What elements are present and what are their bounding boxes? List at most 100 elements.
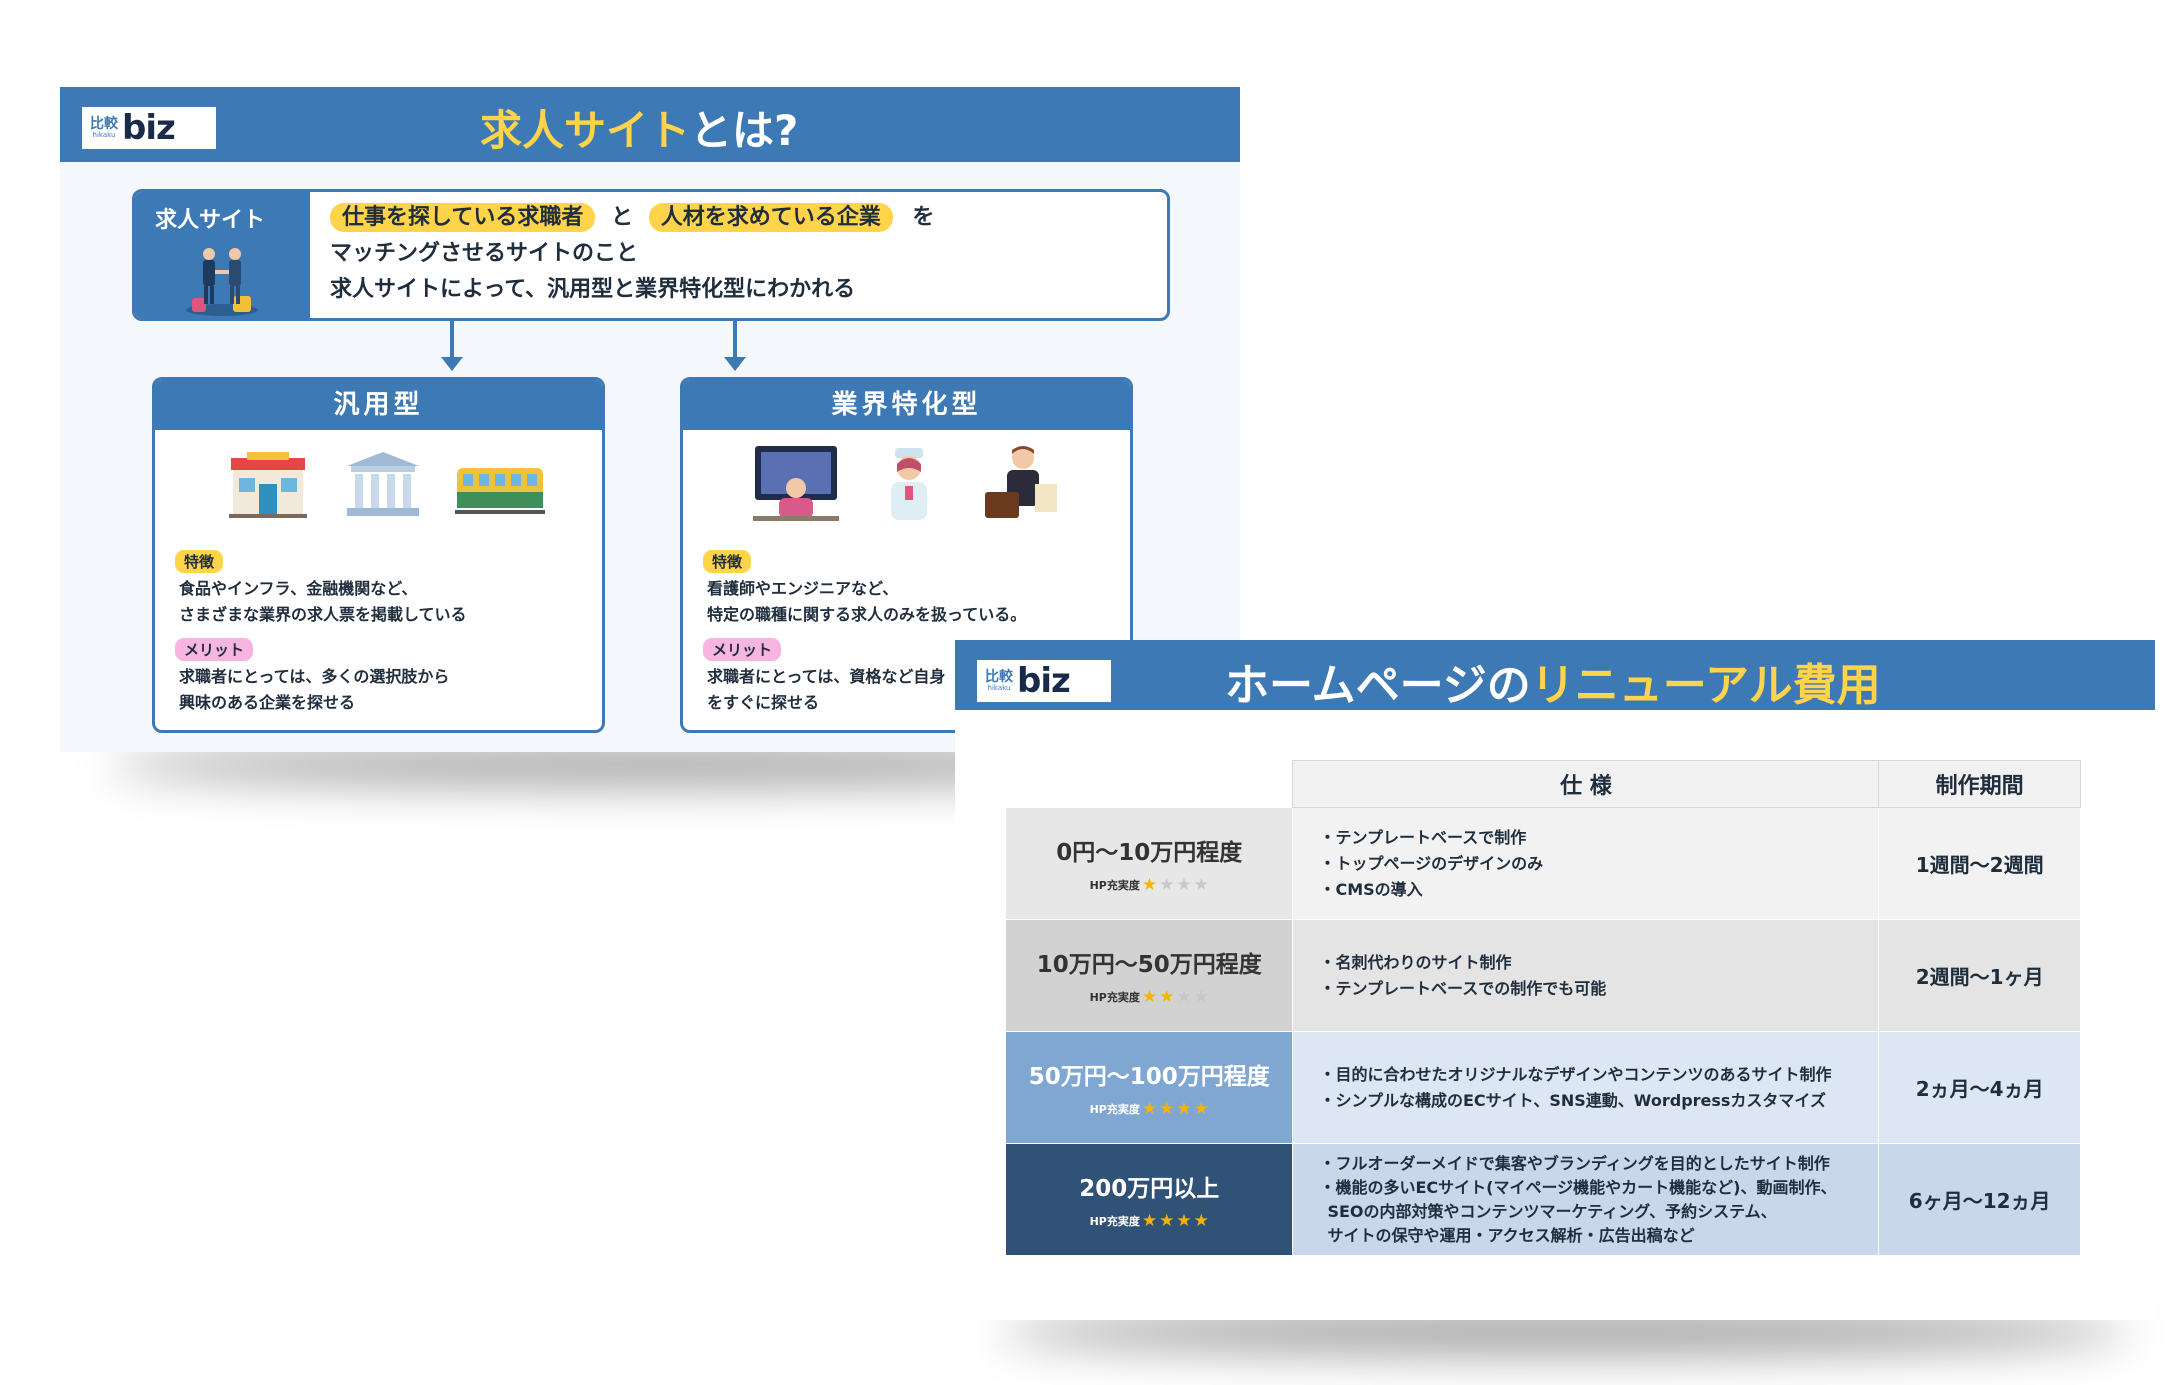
table-row: 200万円以上 HP充実度 ★ ★ ★ ★ ・フルオーダーメイドで集客やブランディングを… [1004,1143,2081,1256]
star-filled-icon: ★ [1193,1098,1209,1119]
spec-item: ・フルオーダーメイドで集客やブランディングを目的としたサイト制作 [1319,1153,1830,1173]
title-rest: とは? [690,106,799,155]
star-empty-icon: ★ [1193,874,1209,895]
period-cell: 2週間〜1ヶ月 [1878,919,2081,1032]
nurse-icon [891,448,927,520]
cost-table: 仕 様 制作期間 0円〜10万円程度 HP充実度 ★ ★ ★ ★ ・テンプレートベースで… [1004,760,2081,1256]
feature-line: 看護師やエンジニアなど、 [707,579,899,598]
engineer-at-computer-icon [753,446,839,521]
star-empty-icon: ★ [1176,874,1192,895]
hikaku-biz-logo: 比較 hikaku biz [82,107,216,149]
rating-label: HP充実度 [1089,1214,1140,1228]
logo-jp: 比較 [985,669,1013,685]
logo-romaji: hikaku [92,131,116,139]
feature-line: さまざまな業界の求人票を掲載している [179,605,467,624]
arrow-down-icon [724,321,746,371]
price-cell: 10万円〜50万円程度 HP充実度 ★ ★ ★ ★ [1004,919,1294,1032]
price-cell: 200万円以上 HP充実度 ★ ★ ★ ★ [1004,1143,1294,1256]
merit-tag: メリット [175,638,254,661]
definition-label-panel: 求人サイト [135,192,310,318]
star-empty-icon: ★ [1159,874,1175,895]
star-filled-icon: ★ [1193,1210,1209,1231]
profession-illustrations [683,446,1130,530]
star-filled-icon: ★ [1141,1098,1158,1119]
merit-tag: メリット [703,638,782,661]
star-filled-icon: ★ [1159,1210,1175,1231]
bank-building-icon [347,452,419,516]
table-header-row: 仕 様 制作期間 [1005,760,2081,808]
rating: HP充実度 ★ ★ ★ ★ [1006,987,1292,1007]
logo-romaji: hikaku [987,684,1011,692]
industry-merit-text: 求職者にとっては、資格など自身 をすぐに探せる [707,664,945,716]
spec-item: ・名刺代わりのサイト制作 [1319,952,1512,972]
table-row: 0円〜10万円程度 HP充実度 ★ ★ ★ ★ ・テンプレートベースで制作 ・トップペー… [1004,807,2081,920]
merit-line: をすぐに探せる [707,693,820,712]
supermarket-icon [229,452,307,518]
rating-label: HP充実度 [1089,990,1140,1004]
logo-jp: 比較 [90,116,118,132]
logo-brand: biz [1017,661,1071,701]
blank-header-cell [1005,760,1293,808]
spec-item: ・シンプルな構成のECサイト、SNS連動、Wordpressカスタマイズ [1319,1090,1826,1110]
star-filled-icon: ★ [1141,1210,1158,1231]
industry-type-heading: 業界特化型 [683,380,1130,430]
feature-tag: 特徴 [703,550,752,573]
industry-feature-text: 看護師やエンジニアなど、 特定の職種に関する求人のみを扱っている。 [707,576,1026,628]
feature-line: 食品やインフラ、金融機関など、 [179,579,418,598]
star-empty-icon: ★ [1193,986,1209,1007]
slide-renewal-cost: 比較 hikaku biz ホームページのリニューアル費用 仕 様 制作期間 0円… [955,640,2155,1320]
general-feature-text: 食品やインフラ、金融機関など、 さまざまな業界の求人票を掲載している [179,576,467,628]
spec-item: ・テンプレートベースでの制作でも可能 [1319,978,1607,998]
rating: HP充実度 ★ ★ ★ ★ [1006,1099,1292,1119]
feature-tag: 特徴 [175,550,224,573]
spec-item: ・CMSの導入 [1319,879,1423,899]
price-cell: 50万円〜100万円程度 HP充実度 ★ ★ ★ ★ [1004,1031,1294,1144]
star-filled-icon: ★ [1176,1210,1192,1231]
definition-line-2: マッチングさせるサイトのこと [330,241,639,266]
general-type-heading: 汎用型 [155,380,602,430]
spec-item: ・目的に合わせたオリジナルなデザインやコンテンツのあるサイト制作 [1319,1064,1832,1084]
slide-header: 比較 hikaku biz 求人サイトとは? [60,87,1240,162]
logo-brand: biz [122,108,176,148]
rating-label: HP充実度 [1089,1102,1140,1116]
spec-item: ・テンプレートベースで制作 [1319,827,1527,847]
train-icon [455,468,545,514]
slide-header: 比較 hikaku biz ホームページのリニューアル費用 [955,640,2155,713]
definition-box: 求人サイト 仕事を探している求職者 と 人材を求めている企業 を マッチングさせ… [132,189,1170,321]
highlight-job-seekers: 仕事を探している求職者 [330,203,596,232]
column-header-spec: 仕 様 [1292,760,1880,808]
merit-line: 興味のある企業を探せる [179,693,356,712]
price-range: 0円〜10万円程度 [1056,839,1243,866]
hikaku-biz-logo: 比較 hikaku biz [977,660,1111,702]
spec-cell: ・テンプレートベースで制作 ・トップページのデザインのみ ・CMSの導入 [1292,807,1880,920]
handshake-illustration-icon [186,248,258,316]
spec-item: ・トップページのデザインのみ [1319,853,1544,873]
businessman-icon [985,446,1057,518]
definition-line-3: 求人サイトによって、汎用型と業界特化型にわかれる [330,277,856,302]
price-range: 10万円〜50万円程度 [1036,951,1262,978]
arrow-down-icon [441,321,463,371]
industry-illustrations [155,450,602,530]
highlight-companies: 人材を求めている企業 [648,203,893,232]
title-accent: リニューアル費用 [1530,660,1881,711]
price-range: 50万円〜100万円程度 [1028,1063,1270,1090]
star-filled-icon: ★ [1141,986,1158,1007]
general-merit-text: 求職者にとっては、多くの選択肢から 興味のある企業を探せる [179,664,449,716]
column-header-period: 制作期間 [1878,760,2081,808]
rating: HP充実度 ★ ★ ★ ★ [1006,875,1292,895]
rating: HP充実度 ★ ★ ★ ★ [1006,1211,1292,1231]
slide-title: ホームページのリニューアル費用 [1225,649,1881,713]
connector-text: と [611,205,634,230]
star-filled-icon: ★ [1141,874,1158,895]
spec-item: SEOの内部対策やコンテンツマーケティング、予約システム、 [1327,1201,1777,1221]
table-row: 50万円〜100万円程度 HP充実度 ★ ★ ★ ★ ・目的に合わせたオリジナルなデザイ… [1004,1031,2081,1144]
star-empty-icon: ★ [1176,986,1192,1007]
spec-item: ・機能の多いECサイト(マイページ機能やカート機能など)、動画制作、 [1319,1177,1837,1197]
slide-title: 求人サイトとは? [480,97,798,158]
merit-line: 求職者にとっては、資格など自身 [707,667,946,686]
period-cell: 1週間〜2週間 [1878,807,2081,920]
general-type-box: 汎用型 特徴 食品やインフラ、金融機関など、 さまざまな業界の求人票を掲載してい… [152,377,605,733]
table-row: 10万円〜50万円程度 HP充実度 ★ ★ ★ ★ ・名刺代わりのサイト制作 ・テンプレ… [1004,919,2081,1032]
period-cell: 6ヶ月〜12ヵ月 [1878,1143,2081,1256]
definition-text: 仕事を探している求職者 と 人材を求めている企業 を マッチングさせるサイトのこ… [330,200,934,308]
